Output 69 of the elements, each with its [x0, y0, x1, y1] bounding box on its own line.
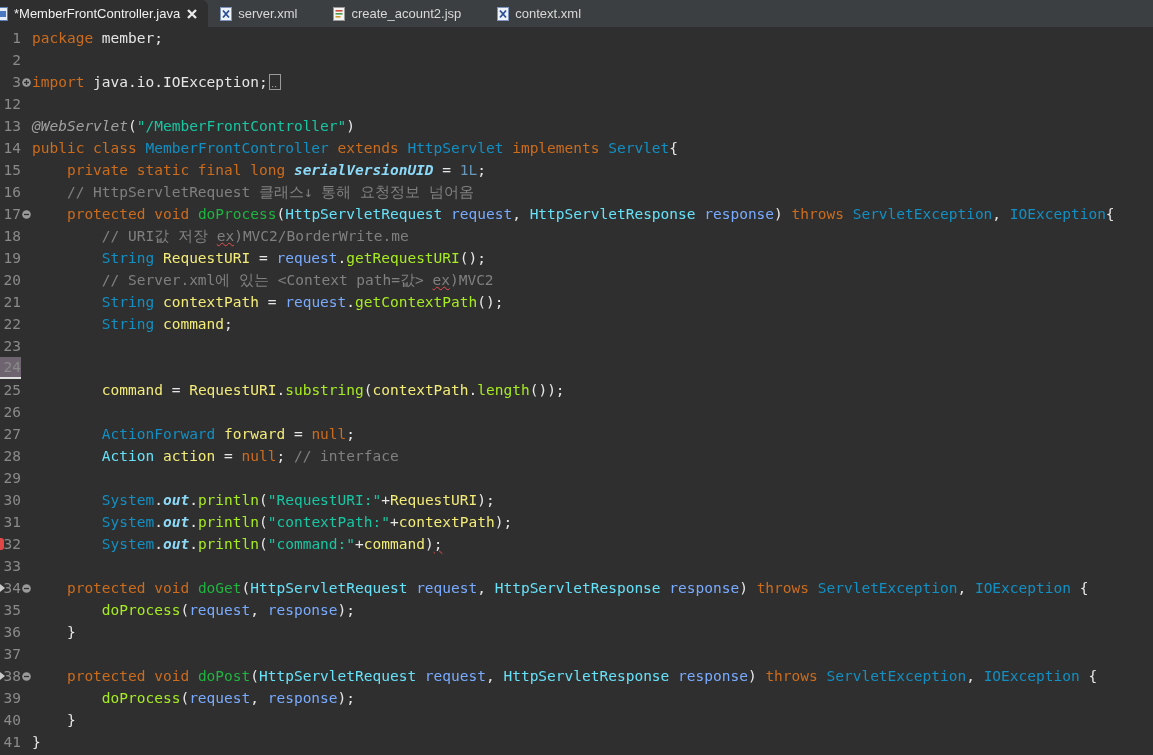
line-number: 13 — [2, 117, 21, 136]
code-line: // Server.xml에 있는 <Context path=값> ex)MVC2 — [100, 271, 494, 290]
line-number: 26 — [2, 403, 21, 422]
code-line: } — [65, 711, 76, 730]
line-number: 15 — [2, 161, 21, 180]
line-number: 41 — [2, 733, 21, 752]
code-line: } — [32, 733, 41, 752]
code-line: // URI값 저장 ex)MVC2/BorderWrite.me — [100, 227, 409, 246]
editor-tab[interactable]: *MemberFrontController.java — [0, 0, 209, 27]
line-number: 32 — [2, 535, 21, 554]
line-number: 37 — [2, 645, 21, 664]
collapse-icon[interactable] — [22, 671, 31, 681]
line-number: 28 — [2, 447, 21, 466]
code-line: Action action = null; // interface — [100, 447, 399, 466]
code-line: String command; — [100, 315, 233, 334]
code-line: public class MemberFrontController extends HttpServlet implements Servlet{ — [32, 139, 679, 158]
line-number: 20 — [2, 271, 21, 290]
code-line: command = RequestURI.substring(contextPath.length()); — [100, 381, 565, 400]
code-line: import java.io.IOException; — [32, 73, 268, 92]
line-number: 39 — [2, 689, 21, 708]
code-line: System.out.println("contextPath:"+contextPath); — [100, 513, 513, 532]
line-number: 21 — [2, 293, 21, 312]
editor-tab[interactable]: context.xml — [497, 0, 596, 27]
code-line: } — [65, 623, 76, 642]
editor-tab[interactable]: server.xml — [220, 0, 312, 27]
line-number: 27 — [2, 425, 21, 444]
code-line: @WebServlet("/MemberFrontController") — [32, 117, 355, 136]
line-number: 14 — [2, 139, 21, 158]
xml-file-icon — [220, 6, 233, 21]
line-number: 33 — [2, 557, 21, 576]
code-line: doProcess(request, response); — [100, 689, 356, 708]
line-number: 2 — [11, 51, 21, 70]
code-line: package member; — [32, 29, 163, 48]
code-line: System.out.println("RequestURI:"+RequestURI); — [100, 491, 495, 510]
line-number: 40 — [2, 711, 21, 730]
code-line: doProcess(request, response); — [100, 601, 356, 620]
line-number: 17 — [2, 205, 21, 224]
xml-file-icon — [497, 6, 510, 21]
line-number: 12 — [2, 95, 21, 114]
line-number: 18 — [2, 227, 21, 246]
file-icon — [0, 6, 8, 21]
code-line: System.out.println("command:"+command); — [100, 535, 443, 554]
line-number: 22 — [2, 315, 21, 334]
line-number: 38 — [2, 667, 21, 686]
expand-icon[interactable] — [22, 77, 31, 87]
jsp-file-icon — [333, 6, 346, 21]
code-line: private static final long serialVersionUID = 1L; — [65, 161, 486, 180]
collapse-icon[interactable] — [22, 209, 31, 219]
line-number: 23 — [2, 337, 21, 356]
line-number: 25 — [2, 381, 21, 400]
code-line: protected void doPost(HttpServletRequest request, HttpServletResponse response) throws ServletException, IOException { — [65, 667, 1098, 686]
editor-tab[interactable]: create_acount2.jsp — [333, 0, 476, 27]
code-line: protected void doProcess(HttpServletRequest request, HttpServletResponse response) throws ServletException, IOException{ — [65, 205, 1115, 224]
line-number: 16 — [2, 183, 21, 202]
line-number: 3 — [11, 73, 21, 92]
line-number: 1 — [11, 29, 21, 48]
line-number: 29 — [2, 469, 21, 488]
code-line: String RequestURI = request.getRequestURI(); — [100, 249, 486, 268]
line-number: 19 — [2, 249, 21, 268]
code-line: String contextPath = request.getContextPath(); — [100, 293, 504, 312]
line-number: 35 — [2, 601, 21, 620]
code-line: ActionForward forward = null; — [100, 425, 356, 444]
line-number: 31 — [2, 513, 21, 532]
code-line: // HttpServletRequest 클래스↓ 통해 요청정보 넘어옴 — [65, 183, 474, 202]
line-number: 30 — [2, 491, 21, 510]
line-number: 36 — [2, 623, 21, 642]
line-number: 34 — [2, 579, 21, 598]
collapse-icon[interactable] — [22, 583, 31, 593]
code-line: protected void doGet(HttpServletRequest request, HttpServletResponse response) throws ServletException, IOException { — [65, 579, 1089, 598]
